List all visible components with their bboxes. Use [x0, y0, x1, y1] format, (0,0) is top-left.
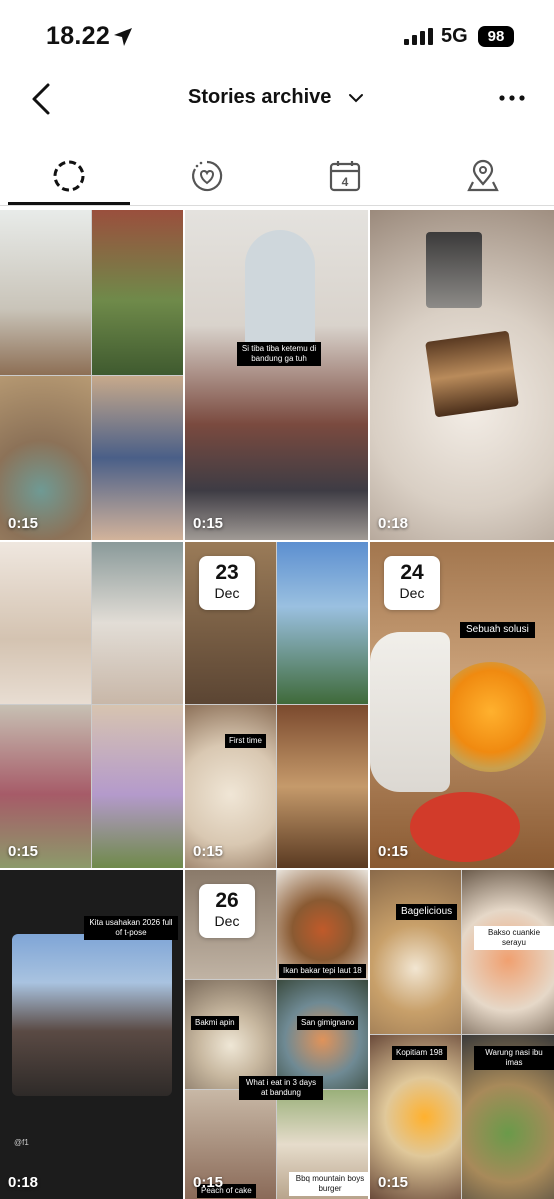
date-day: 23: [215, 561, 239, 584]
date-badge: 24 Dec: [384, 556, 440, 610]
story-tile[interactable]: 24 Dec Sebuah solusi 0:15: [370, 542, 554, 868]
story-duration: 0:15: [193, 1174, 224, 1191]
story-photo: [277, 705, 368, 868]
story-caption: Bbq mountain boys burger: [289, 1172, 368, 1196]
location-pin-icon: [467, 159, 499, 192]
stories-grid: 0:15 Si tiba tiba ketemu di bandung ga t…: [0, 210, 554, 1199]
status-time: 18.22: [46, 22, 111, 50]
tab-map[interactable]: [414, 144, 552, 208]
calendar-icon: 4: [329, 161, 361, 192]
story-caption: Kopitiam 198: [392, 1046, 447, 1060]
story-caption: Bakso cuankie serayu: [474, 926, 554, 950]
story-photo: [185, 980, 276, 1089]
date-month: Dec: [214, 585, 240, 601]
story-caption: Bakmi apin: [191, 1016, 239, 1030]
story-duration: 0:15: [8, 515, 39, 532]
story-photo: [370, 870, 461, 1034]
divider: [0, 205, 554, 206]
tab-calendar[interactable]: 4: [276, 144, 414, 208]
story-duration: 0:18: [378, 515, 409, 532]
story-tile[interactable]: 0:18: [370, 210, 554, 540]
story-tile[interactable]: 0:15: [0, 542, 183, 868]
status-bar: 18.22 5G 98: [0, 0, 554, 70]
story-caption: Kita usahakan 2026 full of t-pose: [84, 916, 178, 940]
story-photo: [277, 870, 368, 979]
date-month: Dec: [214, 913, 240, 929]
story-photo: [0, 542, 91, 704]
chevron-down-icon[interactable]: [348, 91, 364, 105]
story-photo: [436, 662, 546, 772]
story-photo: [277, 542, 368, 704]
story-photo: [12, 934, 172, 1096]
story-photo: [92, 376, 183, 540]
story-tile[interactable]: 0:15: [0, 210, 183, 540]
header: Stories archive: [0, 70, 554, 130]
story-caption: What i eat in 3 days at bandung: [239, 1076, 323, 1100]
date-day: 26: [215, 889, 239, 912]
story-credit: @f1: [14, 1138, 29, 1147]
story-duration: 0:18: [8, 1174, 39, 1191]
story-photo: [462, 870, 554, 1034]
story-photo: [92, 542, 183, 704]
calendar-day: 4: [342, 175, 349, 189]
signal-icon: [404, 28, 433, 45]
network-label: 5G: [441, 25, 468, 47]
story-caption: Warung nasi ibu imas: [474, 1046, 554, 1070]
story-tile[interactable]: Kita usahakan 2026 full of t-pose @f1 0:…: [0, 870, 183, 1199]
story-photo: [277, 980, 368, 1089]
stories-ring-icon: [53, 160, 85, 192]
story-duration: 0:15: [378, 843, 409, 860]
story-caption: Bagelicious: [396, 904, 458, 920]
date-day: 24: [400, 561, 424, 584]
tab-memories[interactable]: [138, 144, 276, 208]
story-caption: San gimignano: [297, 1016, 359, 1030]
tab-stories[interactable]: [0, 144, 138, 208]
story-caption: Sebuah solusi: [460, 622, 535, 638]
story-caption: Ikan bakar tepi laut 18: [279, 964, 366, 978]
date-badge: 26 Dec: [199, 884, 255, 938]
story-photo: [425, 330, 519, 418]
location-arrow-icon: [114, 28, 132, 46]
story-tile[interactable]: Bagelicious Bakso cuankie serayu Kopitia…: [370, 870, 554, 1199]
story-caption: Si tiba tiba ketemu di bandung ga tuh: [237, 342, 321, 366]
heart-ring-icon: [192, 160, 223, 192]
story-photo: [0, 210, 91, 375]
story-tile[interactable]: 26 Dec Ikan bakar tepi laut 18 Bakmi api…: [185, 870, 368, 1199]
story-tile[interactable]: Si tiba tiba ketemu di bandung ga tuh 0:…: [185, 210, 368, 540]
date-badge: 23 Dec: [199, 556, 255, 610]
story-photo: [410, 792, 520, 862]
tab-bar: 4: [0, 144, 554, 208]
battery-indicator: 98: [478, 26, 514, 47]
story-duration: 0:15: [8, 843, 39, 860]
story-photo: [245, 230, 315, 360]
back-chevron-icon[interactable]: [28, 82, 54, 116]
date-month: Dec: [399, 585, 425, 601]
story-photo: [92, 705, 183, 868]
story-duration: 0:15: [193, 843, 224, 860]
story-duration: 0:15: [378, 1174, 409, 1191]
more-options-icon[interactable]: [498, 90, 526, 106]
story-tile[interactable]: 23 Dec First time 0:15: [185, 542, 368, 868]
story-caption: First time: [225, 734, 266, 748]
story-duration: 0:15: [193, 515, 224, 532]
story-photo: [426, 232, 482, 308]
page-title[interactable]: Stories archive: [188, 86, 331, 109]
story-photo: [92, 210, 183, 375]
story-photo: [370, 632, 450, 792]
